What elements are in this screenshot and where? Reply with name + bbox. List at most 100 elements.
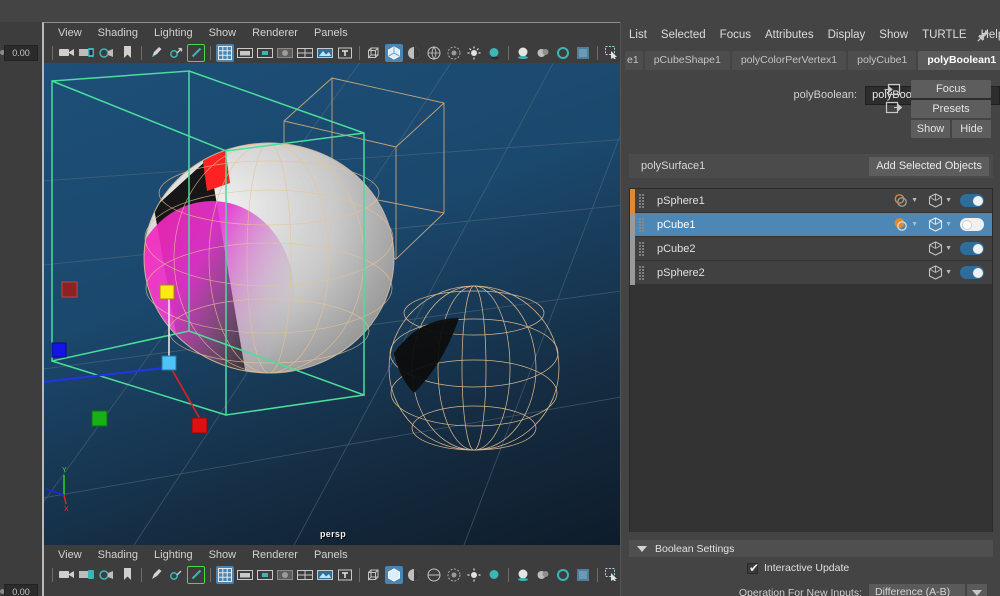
bookmark-icon[interactable] — [118, 44, 136, 62]
visibility-toggle[interactable] — [960, 242, 984, 255]
gate-mask-icon[interactable] — [276, 566, 294, 584]
texture-icon[interactable] — [316, 566, 334, 584]
wireframe-shaded-icon[interactable] — [296, 44, 314, 62]
shadow-icon[interactable] — [485, 566, 503, 584]
cube-icon[interactable] — [928, 241, 943, 256]
pen-tool-icon[interactable] — [187, 43, 205, 62]
camera-icon[interactable] — [58, 566, 76, 584]
visibility-toggle[interactable] — [960, 194, 984, 207]
visibility-toggle[interactable] — [960, 266, 984, 279]
tab-pcubeshape1[interactable]: pCubeShape1 — [644, 51, 730, 70]
film-gate-icon[interactable] — [236, 44, 254, 62]
menu-list[interactable]: List — [629, 29, 647, 41]
output-connection-icon[interactable] — [884, 100, 902, 115]
wireframe-icon[interactable] — [365, 44, 383, 62]
viewport-menu-lighting[interactable]: Lighting — [154, 27, 193, 39]
list-item[interactable]: pSphere2 ▼ — [630, 260, 992, 285]
menu-attributes[interactable]: Attributes — [765, 29, 814, 41]
menu-selected[interactable]: Selected — [661, 29, 706, 41]
input-connection-icon[interactable] — [884, 82, 902, 97]
drag-handle-icon[interactable] — [635, 261, 647, 285]
light-icon[interactable] — [465, 44, 483, 62]
smooth-shade-icon[interactable] — [385, 565, 403, 584]
gate-mask-icon[interactable] — [276, 44, 294, 62]
grid-icon[interactable] — [216, 43, 234, 62]
viewport-menu-shading-bottom[interactable]: Shading — [98, 549, 138, 561]
drag-handle-icon[interactable] — [635, 237, 647, 261]
aa-icon[interactable] — [554, 44, 572, 62]
wireframe-icon[interactable] — [365, 566, 383, 584]
wireframe-shaded-icon[interactable] — [296, 566, 314, 584]
text-overlay-icon[interactable] — [336, 566, 354, 584]
boolean-settings-header[interactable]: Boolean Settings — [629, 540, 993, 557]
wire-on-shaded-icon[interactable] — [425, 566, 443, 584]
add-selected-objects-button[interactable]: Add Selected Objects — [869, 156, 989, 176]
motion-blur-icon[interactable] — [574, 566, 592, 584]
shadow-icon[interactable] — [485, 44, 503, 62]
chevron-down-icon[interactable]: ▼ — [911, 197, 918, 204]
text-overlay-icon[interactable] — [336, 44, 354, 62]
isolate-select-icon[interactable] — [603, 44, 621, 62]
drag-handle-icon[interactable] — [635, 213, 647, 237]
camera-lock-icon[interactable] — [78, 566, 96, 584]
boolean-operation-icon[interactable] — [894, 217, 909, 232]
wire-on-shaded-icon[interactable] — [425, 44, 443, 62]
camera-icon[interactable] — [58, 44, 76, 62]
xray-icon[interactable] — [445, 566, 463, 584]
tab-polycolorpervertex1[interactable]: polyColorPerVertex1 — [731, 51, 847, 70]
object-list[interactable]: pSphere1 ▼ ▼ pCube1 ▼ ▼ pCube2 ▼ pSphere… — [629, 188, 993, 560]
chevron-down-icon[interactable]: ▼ — [945, 245, 952, 252]
viewport-menu-view[interactable]: View — [58, 27, 82, 39]
tab-polycube1[interactable]: polyCube1 — [848, 51, 917, 70]
show-button[interactable]: Show — [911, 120, 950, 138]
tab-pcube[interactable]: e1 — [625, 51, 643, 70]
viewport-menu-lighting-bottom[interactable]: Lighting — [154, 549, 193, 561]
list-item[interactable]: pCube1 ▼ ▼ — [630, 212, 992, 237]
hw-render-icon[interactable] — [514, 566, 532, 584]
left-value-bottom[interactable]: 0.00 — [4, 584, 38, 596]
camera-settings-icon[interactable] — [98, 44, 116, 62]
viewport-menu-panels[interactable]: Panels — [314, 27, 348, 39]
keyframe-icon[interactable] — [167, 566, 185, 584]
tab-polyboolean1[interactable]: polyBoolean1 — [918, 51, 1000, 70]
operation-dropdown-arrow-icon[interactable] — [967, 584, 987, 596]
viewport-menu-shading[interactable]: Shading — [98, 27, 138, 39]
collapse-triangle-icon[interactable] — [637, 545, 647, 552]
viewport-menu-show[interactable]: Show — [209, 27, 237, 39]
viewport-3d-canvas[interactable]: Y Z X persp — [44, 63, 622, 545]
visibility-toggle[interactable] — [960, 218, 984, 231]
pin-icon[interactable] — [977, 29, 990, 42]
focus-button[interactable]: Focus — [911, 80, 991, 98]
cube-icon[interactable] — [928, 193, 943, 208]
cube-icon[interactable] — [928, 217, 943, 232]
pen-tool-icon[interactable] — [187, 565, 205, 584]
boolean-operation-icon[interactable] — [894, 193, 909, 208]
grid-icon[interactable] — [216, 565, 234, 584]
left-value-top[interactable]: 0.00 — [4, 45, 38, 61]
ao-icon[interactable] — [534, 566, 552, 584]
viewport-menu-panels-bottom[interactable]: Panels — [314, 549, 348, 561]
viewport-menu-view-bottom[interactable]: View — [58, 549, 82, 561]
menu-display[interactable]: Display — [828, 29, 866, 41]
resolution-gate-icon[interactable] — [256, 566, 274, 584]
viewport-menu-renderer[interactable]: Renderer — [252, 27, 298, 39]
texture-icon[interactable] — [316, 44, 334, 62]
aa-icon[interactable] — [554, 566, 572, 584]
chevron-down-icon[interactable]: ▼ — [945, 221, 952, 228]
shaded-half-icon[interactable] — [405, 44, 423, 62]
smooth-shade-icon[interactable] — [385, 43, 403, 62]
motion-blur-icon[interactable] — [574, 44, 592, 62]
film-gate-icon[interactable] — [236, 566, 254, 584]
menu-focus[interactable]: Focus — [720, 29, 751, 41]
xray-icon[interactable] — [445, 44, 463, 62]
interactive-update-checkbox[interactable]: ✔ — [747, 562, 759, 574]
light-icon[interactable] — [465, 566, 483, 584]
paint-icon[interactable] — [147, 566, 165, 584]
cube-icon[interactable] — [928, 265, 943, 280]
resolution-gate-icon[interactable] — [256, 44, 274, 62]
bookmark-icon[interactable] — [118, 566, 136, 584]
shaded-half-icon[interactable] — [405, 566, 423, 584]
chevron-down-icon[interactable]: ▼ — [945, 197, 952, 204]
paint-icon[interactable] — [147, 44, 165, 62]
chevron-down-icon[interactable]: ▼ — [945, 269, 952, 276]
